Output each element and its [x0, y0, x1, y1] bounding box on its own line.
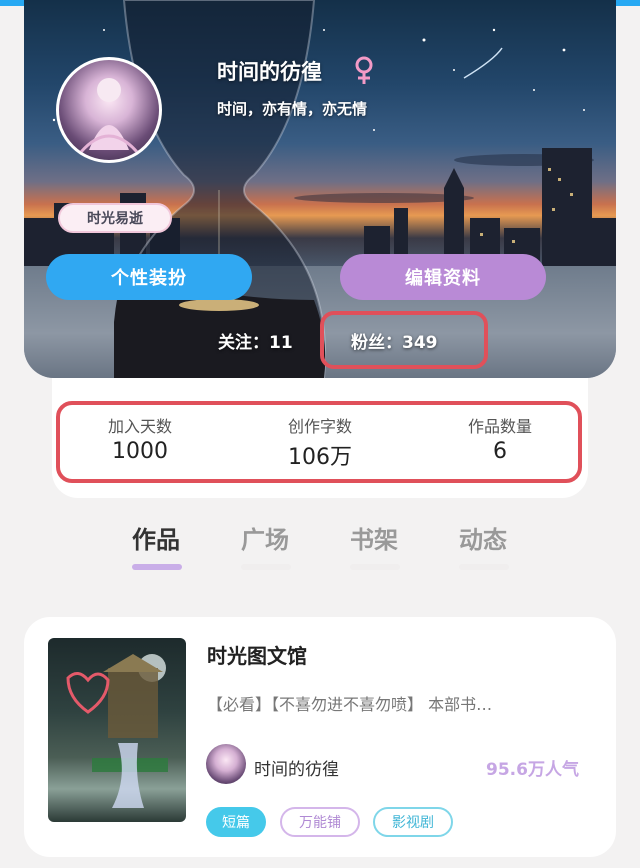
work-title[interactable]: 时光图文馆 — [207, 640, 307, 669]
tab-works[interactable]: 作品 — [132, 520, 180, 555]
edit-profile-button[interactable]: 编辑资料 — [340, 254, 546, 300]
work-description: 【必看】【不喜勿进不喜勿喷】 本部书… — [207, 695, 493, 714]
author-avatar[interactable] — [206, 744, 246, 784]
tab-activity-underline — [459, 564, 509, 570]
profile-avatar[interactable] — [56, 57, 162, 163]
tab-works-underline — [132, 564, 182, 570]
tag-film-tv[interactable]: 影视剧 — [373, 807, 453, 837]
female-icon — [355, 56, 373, 84]
tag-short-story[interactable]: 短篇 — [206, 807, 266, 837]
tag-general-store[interactable]: 万能铺 — [280, 807, 360, 837]
fans-highlight-box — [320, 311, 488, 369]
cover-art-icon — [66, 654, 168, 808]
profile-signature: 时间，亦有情，亦无情 — [217, 100, 368, 118]
tab-activity[interactable]: 动态 — [459, 520, 507, 555]
tab-bookshelf-underline — [350, 564, 400, 570]
work-cover-image[interactable] — [48, 638, 186, 822]
tab-square-underline — [241, 564, 291, 570]
stats-highlight-box — [56, 401, 582, 483]
profile-title-badge: 时光易逝 — [58, 203, 172, 233]
following-count[interactable]: 关注：11 — [218, 328, 293, 353]
tab-bookshelf[interactable]: 书架 — [350, 520, 398, 555]
username: 时间的彷徨 — [217, 60, 322, 84]
badge-label: 时光易逝 — [87, 211, 143, 227]
author-name[interactable]: 时间的彷徨 — [254, 755, 339, 780]
avatar-figure-icon — [79, 78, 139, 153]
dress-up-button[interactable]: 个性装扮 — [46, 254, 252, 300]
tab-square[interactable]: 广场 — [241, 520, 289, 555]
popularity-count: 95.6万人气 — [486, 760, 579, 780]
